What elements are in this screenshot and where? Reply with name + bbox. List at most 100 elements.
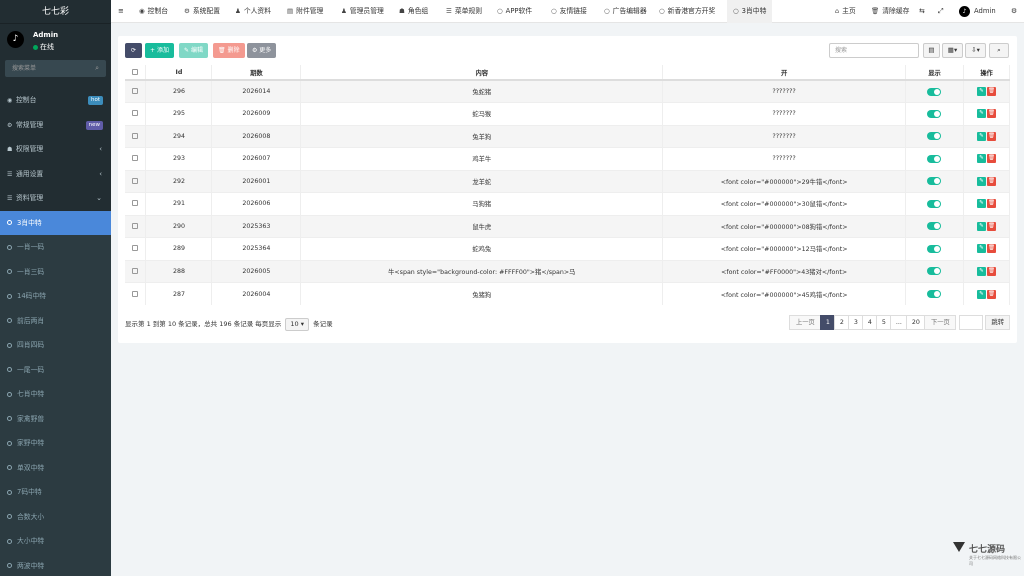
delete-icon[interactable]: 🗑 [986, 289, 996, 299]
tab-item[interactable]: ○ 新香港官方开奖 [659, 0, 715, 23]
edit-icon[interactable]: ✎ [976, 131, 986, 141]
delete-icon[interactable]: 🗑 [986, 87, 996, 96]
row-checkbox-cell[interactable] [125, 214, 147, 238]
table-row[interactable]: 288 2026005 牛<span style="background-color… [125, 259, 1011, 283]
table-row[interactable]: 296 2026014 兔蛇猪??????? ✎ 🗑 [125, 79, 1011, 103]
refresh-button[interactable]: ⟳ [125, 43, 142, 58]
table-row[interactable]: 294 2026008 兔羊狗??????? ✎ 🗑 [125, 124, 1011, 148]
row-checkbox-cell[interactable] [125, 259, 147, 283]
next-page-button[interactable]: 下一页 [924, 315, 957, 330]
search-icon[interactable]: ⌕ [989, 43, 1009, 58]
edit-icon[interactable]: ✎ [976, 266, 986, 276]
sidebar-subitem[interactable]: 3肖中特 [0, 210, 111, 235]
jump-page-input[interactable] [959, 315, 984, 330]
checkbox[interactable] [132, 245, 139, 252]
checkbox[interactable] [132, 110, 139, 117]
row-checkbox-cell[interactable] [125, 282, 147, 305]
display-toggle[interactable] [927, 199, 942, 208]
sidebar-item-data[interactable]: ☰ 资料管理 ⌄ [0, 186, 111, 211]
tab-item[interactable]: ☰ 菜单规则 [446, 0, 482, 23]
settings-icon[interactable]: ⚙ [1011, 0, 1017, 23]
table-row[interactable]: 295 2026009 蛇马猴??????? ✎ 🗑 [125, 102, 1011, 125]
delete-icon[interactable]: 🗑 [986, 176, 996, 186]
checkbox[interactable] [132, 222, 139, 229]
edit-icon[interactable]: ✎ [976, 109, 986, 119]
row-checkbox-cell[interactable] [125, 79, 147, 103]
checkbox[interactable] [132, 88, 139, 94]
sidebar-subitem[interactable]: 大小中特 [0, 529, 111, 554]
checkbox[interactable] [132, 68, 139, 75]
display-toggle[interactable] [927, 132, 942, 141]
sidebar-subitem[interactable]: 一肖三码 [0, 259, 111, 284]
app-logo[interactable]: 七七彩 [0, 0, 111, 24]
tab-item[interactable]: ○ 3肖中特 [727, 0, 773, 23]
tab-item[interactable]: ○ 友情链接 [551, 0, 587, 23]
tab-item[interactable]: ○ APP软件 [497, 0, 532, 23]
checkbox[interactable] [132, 132, 139, 139]
sidebar-item-settings[interactable]: ☰ 通用设置 ‹ [0, 162, 111, 187]
checkbox[interactable] [132, 267, 139, 274]
checkbox[interactable] [132, 155, 139, 162]
page-number-button[interactable]: 4 [862, 315, 878, 330]
display-toggle[interactable] [927, 87, 942, 96]
sidebar-subitem[interactable]: 一肖一码 [0, 235, 111, 260]
edit-icon[interactable]: ✎ [976, 87, 986, 96]
edit-icon[interactable]: ✎ [976, 176, 986, 186]
tab-item[interactable]: ⚙ 系统配置 [184, 0, 220, 23]
sidebar-subitem[interactable]: 两波中特 [0, 553, 111, 576]
table-row[interactable]: 289 2025364 蛇鸡兔 <font color="#000000">12马错<… [125, 237, 1011, 260]
jump-button[interactable]: 跳转 [985, 315, 1010, 330]
edit-icon[interactable]: ✎ [976, 154, 986, 164]
sidebar-subitem[interactable]: 合数大小 [0, 504, 111, 529]
edit-icon[interactable]: ✎ [976, 244, 986, 254]
tab-item[interactable]: ◉ 控制台 [139, 0, 168, 23]
tab-item[interactable]: ▤ 附件管理 [287, 0, 323, 23]
table-row[interactable]: 290 2025363 鼠牛虎 <font color="#000000">08狗错<… [125, 214, 1011, 238]
sidebar-subitem[interactable]: 7码中特 [0, 480, 111, 505]
table-row[interactable]: 292 2026001 龙羊蛇 <font color="#000000">29牛错<… [125, 169, 1011, 193]
sidebar-subitem[interactable]: 前后两肖 [0, 308, 111, 333]
page-number-button[interactable]: ... [890, 315, 908, 330]
table-row[interactable]: 291 2026006 马狗猪 <font color="#000000">30鼠错<… [125, 192, 1011, 215]
sidebar-subitem[interactable]: 七肖中特 [0, 382, 111, 407]
page-number-button[interactable]: 2 [834, 315, 850, 330]
sidebar-subitem[interactable]: 一尾一码 [0, 357, 111, 382]
tab-item[interactable]: ♟ 个人资料 [235, 0, 271, 23]
display-toggle[interactable] [927, 154, 942, 163]
delete-button[interactable]: 🗑 删除 [213, 43, 245, 58]
edit-icon[interactable]: ✎ [976, 289, 986, 299]
display-toggle[interactable] [927, 222, 942, 231]
menu-toggle-icon[interactable]: ≡ [118, 0, 124, 23]
home-link[interactable]: ⌂ 主页 [835, 0, 856, 23]
search-icon[interactable]: ⌕ [95, 60, 99, 77]
table-search-input[interactable]: 搜索 [829, 43, 919, 58]
page-size-select[interactable]: 10 ▾ [285, 318, 309, 331]
row-checkbox-cell[interactable] [125, 169, 147, 193]
edit-button[interactable]: ✎ 编辑 [179, 43, 208, 58]
columns-dropdown-icon[interactable]: ▦▾ [942, 43, 963, 58]
delete-icon[interactable]: 🗑 [986, 199, 996, 209]
prev-page-button[interactable]: 上一页 [789, 315, 822, 330]
display-toggle[interactable] [927, 177, 942, 186]
column-header[interactable]: 内容 [300, 65, 664, 81]
delete-icon[interactable]: 🗑 [986, 131, 996, 141]
delete-icon[interactable]: 🗑 [986, 221, 996, 231]
add-button[interactable]: + 添加 [145, 43, 174, 58]
delete-icon[interactable]: 🗑 [986, 266, 996, 276]
tab-item[interactable]: ☗ 角色组 [399, 0, 428, 23]
page-number-button[interactable]: 1 [820, 315, 836, 330]
toggle-view-icon[interactable]: ▤ [923, 43, 940, 58]
display-toggle[interactable] [927, 267, 942, 276]
delete-icon[interactable]: 🗑 [986, 154, 996, 164]
translate-icon[interactable]: ⇆ [919, 0, 925, 23]
edit-icon[interactable]: ✎ [976, 199, 986, 209]
sidebar-subitem[interactable]: 14码中特 [0, 284, 111, 309]
page-number-button[interactable]: 5 [876, 315, 892, 330]
tab-item[interactable]: ♟ 管理员管理 [341, 0, 384, 23]
column-header[interactable]: 期数 [211, 65, 302, 81]
column-header[interactable]: 显示 [905, 65, 964, 81]
column-header[interactable]: Id [145, 65, 213, 81]
sidebar-subitem[interactable]: 单双中特 [0, 455, 111, 480]
menu-search-input[interactable]: 搜索菜单 ⌕ [5, 60, 106, 77]
display-toggle[interactable] [927, 109, 942, 118]
